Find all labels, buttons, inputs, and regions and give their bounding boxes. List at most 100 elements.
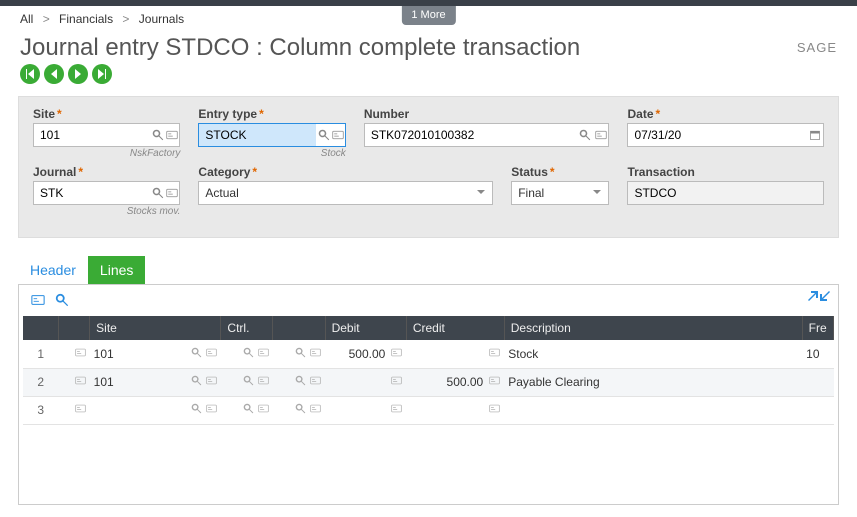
card-icon[interactable] <box>206 375 217 389</box>
entry-type-input[interactable] <box>199 124 316 146</box>
category-label: Category* <box>198 165 493 179</box>
search-icon[interactable] <box>243 347 254 361</box>
col-description[interactable]: Description <box>504 316 802 340</box>
breadcrumb-journals[interactable]: Journals <box>139 12 184 26</box>
number-input[interactable] <box>365 124 578 146</box>
cell-ctrl[interactable] <box>221 340 273 368</box>
cell-description[interactable]: Payable Clearing <box>504 368 802 396</box>
card-icon[interactable] <box>593 129 609 141</box>
cell-site[interactable] <box>90 396 221 424</box>
col-debit[interactable]: Debit <box>325 316 406 340</box>
search-icon[interactable] <box>577 129 593 141</box>
cell-credit[interactable] <box>406 396 504 424</box>
cell-credit[interactable] <box>406 340 504 368</box>
card-icon[interactable] <box>489 347 500 361</box>
card-icon[interactable] <box>258 375 269 389</box>
tab-lines[interactable]: Lines <box>88 256 145 284</box>
cell-site[interactable]: 101 <box>90 368 221 396</box>
search-icon[interactable] <box>151 129 165 141</box>
grid-expand-controls[interactable] <box>808 291 830 301</box>
brand-label: SAGE <box>797 40 837 55</box>
cell-fre[interactable]: 10 <box>802 340 833 368</box>
number-input-wrap[interactable] <box>364 123 610 147</box>
card-icon[interactable] <box>75 403 86 417</box>
cell-ctrl[interactable] <box>221 368 273 396</box>
breadcrumb-all[interactable]: All <box>20 12 33 26</box>
cell-site[interactable]: 101 <box>90 340 221 368</box>
one-more-pill[interactable]: 1 More <box>401 6 455 25</box>
col-ctrl[interactable]: Ctrl. <box>221 316 273 340</box>
cell-extra[interactable] <box>273 368 325 396</box>
date-input-wrap[interactable] <box>627 123 824 147</box>
search-icon[interactable] <box>191 403 202 417</box>
search-icon[interactable] <box>191 375 202 389</box>
search-icon[interactable] <box>295 375 306 389</box>
cell-fre[interactable] <box>802 368 833 396</box>
tabs: Header Lines <box>18 256 839 285</box>
card-icon[interactable] <box>165 187 179 199</box>
card-icon[interactable] <box>31 293 45 310</box>
search-icon[interactable] <box>295 347 306 361</box>
cell-ctrl[interactable] <box>221 396 273 424</box>
card-icon[interactable] <box>75 347 86 361</box>
row-card-cell[interactable] <box>58 396 89 424</box>
col-fre[interactable]: Fre <box>802 316 833 340</box>
arrow-up-right-icon[interactable] <box>808 291 818 301</box>
card-icon[interactable] <box>391 375 402 389</box>
table-row[interactable]: 1101500.00Stock10 <box>23 340 834 368</box>
cell-extra[interactable] <box>273 340 325 368</box>
cell-fre[interactable] <box>802 396 833 424</box>
tab-header[interactable]: Header <box>18 256 88 284</box>
arrow-down-left-icon[interactable] <box>820 291 830 301</box>
cell-credit[interactable]: 500.00 <box>406 368 504 396</box>
card-icon[interactable] <box>391 403 402 417</box>
card-icon[interactable] <box>75 375 86 389</box>
card-icon[interactable] <box>310 347 321 361</box>
search-icon[interactable] <box>55 293 69 310</box>
prev-record-button[interactable] <box>44 64 64 84</box>
card-icon[interactable] <box>258 403 269 417</box>
date-input[interactable] <box>628 124 806 146</box>
cell-description[interactable]: Stock <box>504 340 802 368</box>
entry-type-input-wrap[interactable] <box>198 123 345 147</box>
search-icon[interactable] <box>316 129 330 141</box>
search-icon[interactable] <box>151 187 165 199</box>
row-card-cell[interactable] <box>58 368 89 396</box>
card-icon[interactable] <box>331 129 345 141</box>
last-record-button[interactable] <box>92 64 112 84</box>
card-icon[interactable] <box>489 375 500 389</box>
card-icon[interactable] <box>391 347 402 361</box>
cell-extra[interactable] <box>273 396 325 424</box>
journal-input[interactable] <box>34 182 151 204</box>
cell-debit[interactable] <box>325 396 406 424</box>
table-row[interactable]: 3 <box>23 396 834 424</box>
card-icon[interactable] <box>206 347 217 361</box>
table-row[interactable]: 2101500.00Payable Clearing <box>23 368 834 396</box>
search-icon[interactable] <box>191 347 202 361</box>
cell-description[interactable] <box>504 396 802 424</box>
search-icon[interactable] <box>243 375 254 389</box>
status-select[interactable]: Final <box>511 181 609 205</box>
first-record-button[interactable] <box>20 64 40 84</box>
row-card-cell[interactable] <box>58 340 89 368</box>
calendar-icon[interactable] <box>807 129 823 141</box>
next-record-button[interactable] <box>68 64 88 84</box>
category-select[interactable]: Actual <box>198 181 493 205</box>
col-credit[interactable]: Credit <box>406 316 504 340</box>
card-icon[interactable] <box>310 403 321 417</box>
card-icon[interactable] <box>310 375 321 389</box>
site-input-wrap[interactable] <box>33 123 180 147</box>
card-icon[interactable] <box>489 403 500 417</box>
lines-grid: Site Ctrl. Debit Credit Description Fre … <box>23 316 834 425</box>
cell-debit[interactable] <box>325 368 406 396</box>
col-site[interactable]: Site <box>90 316 221 340</box>
card-icon[interactable] <box>165 129 179 141</box>
site-input[interactable] <box>34 124 151 146</box>
cell-debit[interactable]: 500.00 <box>325 340 406 368</box>
card-icon[interactable] <box>206 403 217 417</box>
breadcrumb-financials[interactable]: Financials <box>59 12 113 26</box>
search-icon[interactable] <box>295 403 306 417</box>
search-icon[interactable] <box>243 403 254 417</box>
card-icon[interactable] <box>258 347 269 361</box>
journal-input-wrap[interactable] <box>33 181 180 205</box>
